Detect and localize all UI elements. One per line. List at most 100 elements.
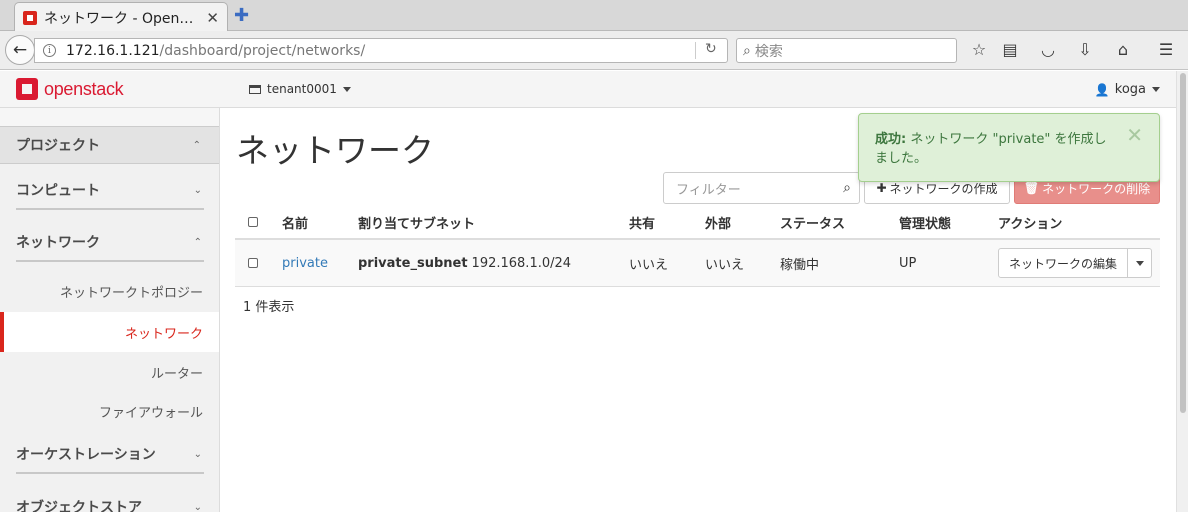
openstack-logo[interactable]: openstack (16, 78, 124, 100)
tab-title: ネットワーク - Open… (44, 10, 194, 27)
tab-close-icon[interactable]: ✕ (206, 9, 219, 27)
sidebar-section-label: プロジェクト (16, 138, 100, 154)
success-alert: 成功: ネットワーク "private" を作成しました。 ✕ (858, 113, 1160, 182)
row-action-group: ネットワークの編集 (998, 248, 1153, 278)
column-external[interactable]: 外部 (705, 206, 731, 238)
subnet-name: private_subnet (358, 255, 468, 271)
item-count: 1 件表示 (243, 300, 295, 315)
openstack-logo-icon (16, 78, 38, 100)
column-actions: アクション (998, 216, 1063, 232)
sidebar-item-label: ルーター (150, 366, 203, 382)
select-all-checkbox-cell (248, 206, 258, 238)
tenant-icon (249, 84, 261, 94)
url-bar[interactable]: i 172.16.1.121/dashboard/project/network… (34, 38, 728, 63)
search-placeholder: 検索 (754, 43, 783, 60)
alert-label: 成功: (875, 132, 907, 147)
external-cell: いいえ (705, 257, 745, 273)
browser-tabbar: ネットワーク - Open… ✕ ✚ (0, 0, 1188, 32)
column-shared[interactable]: 共有 (629, 206, 655, 238)
caret-down-icon (342, 86, 351, 92)
page-scrollbar[interactable] (1176, 71, 1188, 512)
sidebar-item-label: ネットワーク (124, 326, 203, 342)
table-header: 名前 割り当てサブネット 共有 外部 ステータス 管理状態 アクション (235, 206, 1160, 240)
sidebar-group-label: オブジェクトストア (16, 500, 142, 512)
sidebar-spacer (0, 108, 219, 126)
admin-state-cell: UP (899, 255, 917, 271)
chevron-down-icon: ⌄ (193, 501, 202, 512)
pocket-icon[interactable]: ◡ (1038, 40, 1058, 59)
table-row: private private_subnet 192.168.1.0/24 いい… (235, 240, 1160, 287)
sidebar-group-label: コンピュート (16, 183, 100, 199)
sidebar-group-orchestration[interactable]: オーケストレーション ⌄ (16, 436, 204, 474)
scrollbar-thumb[interactable] (1180, 73, 1186, 413)
caret-down-icon (1152, 87, 1160, 92)
close-icon[interactable]: ✕ (1126, 125, 1143, 145)
edit-network-button[interactable]: ネットワークの編集 (998, 248, 1129, 278)
url-separator (695, 42, 696, 59)
sidebar-group-network[interactable]: ネットワーク ⌃ (16, 224, 204, 262)
sidebar-item-label: ファイアウォール (98, 405, 203, 421)
url-host: 172.16.1.121 (66, 42, 160, 59)
browser-tab[interactable]: ネットワーク - Open… ✕ (14, 2, 228, 32)
caret-down-icon (1135, 260, 1144, 266)
trash-icon: 🗑 (1023, 181, 1040, 195)
alert-message: ネットワーク "private" を作成しました。 (875, 132, 1107, 166)
url-path: /dashboard/project/networks/ (159, 42, 366, 59)
create-network-label: ネットワークの作成 (889, 181, 998, 196)
openstack-favicon-icon (23, 10, 37, 25)
sidebar-item-label: ネットワークトポロジー (59, 285, 203, 301)
delete-networks-label: ネットワークの削除 (1042, 181, 1151, 196)
back-button[interactable]: ← (5, 35, 35, 65)
back-arrow-icon: ← (12, 40, 28, 60)
column-name[interactable]: 名前 (282, 206, 308, 238)
plus-icon: ✚ (876, 181, 887, 195)
sidebar-group-label: ネットワーク (16, 235, 100, 251)
page-title: ネットワーク (236, 131, 434, 170)
reading-list-icon[interactable]: ▤ (1000, 40, 1020, 59)
subnet-cidr: 192.168.1.0/24 (471, 255, 572, 271)
user-dropdown[interactable]: 👤 koga (1095, 82, 1160, 97)
sidebar-item-network-topology[interactable]: ネットワークトポロジー (0, 271, 219, 311)
menu-hamburger-icon[interactable]: ☰ (1156, 40, 1176, 59)
tenant-dropdown[interactable]: tenant0001 (249, 82, 351, 96)
chevron-down-icon: ⌄ (193, 184, 202, 196)
more-actions-dropdown[interactable] (1128, 248, 1153, 278)
sidebar: プロジェクト ⌃ コンピュート ⌄ ネットワーク ⌃ ネットワークトポロジー ネ… (0, 108, 220, 512)
search-icon[interactable]: ⌕ (843, 180, 851, 196)
bookmark-star-icon[interactable]: ☆ (969, 40, 989, 59)
user-icon: 👤 (1094, 82, 1110, 97)
sidebar-group-object-store[interactable]: オブジェクトストア ⌄ (16, 488, 204, 512)
sidebar-item-networks[interactable]: ネットワーク (0, 312, 219, 352)
filter-input[interactable]: フィルター ⌕ (663, 172, 860, 204)
browser-search-input[interactable]: ⌕ 検索 (736, 38, 957, 63)
chevron-down-icon: ⌄ (193, 448, 202, 460)
row-checkbox[interactable] (248, 258, 258, 268)
home-icon[interactable]: ⌂ (1113, 40, 1133, 59)
download-icon[interactable]: ⇩ (1075, 40, 1095, 59)
reload-icon[interactable]: ↻ (705, 41, 717, 57)
search-icon: ⌕ (743, 42, 751, 59)
subnet-cell: private_subnet 192.168.1.0/24 (358, 240, 571, 286)
column-status[interactable]: ステータス (780, 206, 845, 238)
sidebar-group-compute[interactable]: コンピュート ⌄ (16, 172, 204, 210)
column-subnets[interactable]: 割り当てサブネット (358, 206, 475, 238)
select-all-checkbox[interactable] (248, 217, 258, 227)
tenant-name: tenant0001 (267, 82, 337, 96)
network-name-link[interactable]: private (282, 240, 328, 286)
sidebar-item-firewalls[interactable]: ファイアウォール (0, 391, 219, 431)
new-tab-icon[interactable]: ✚ (234, 5, 249, 26)
openstack-header: openstack tenant0001 👤 koga (0, 71, 1188, 108)
row-checkbox-cell (248, 240, 258, 286)
sidebar-group-label: オーケストレーション (16, 447, 156, 463)
sidebar-section-project[interactable]: プロジェクト ⌃ (0, 126, 219, 164)
shared-cell: いいえ (629, 257, 669, 273)
site-info-icon[interactable]: i (43, 44, 56, 57)
chevron-up-icon: ⌃ (193, 236, 202, 248)
status-cell: 稼働中 (780, 257, 820, 273)
filter-placeholder: フィルター (676, 182, 741, 198)
user-name: koga (1114, 82, 1146, 97)
column-admin-state[interactable]: 管理状態 (899, 206, 951, 238)
sidebar-item-routers[interactable]: ルーター (0, 352, 219, 392)
browser-navbar: ← i 172.16.1.121/dashboard/project/netwo… (0, 31, 1188, 70)
chevron-up-icon: ⌃ (192, 139, 201, 151)
